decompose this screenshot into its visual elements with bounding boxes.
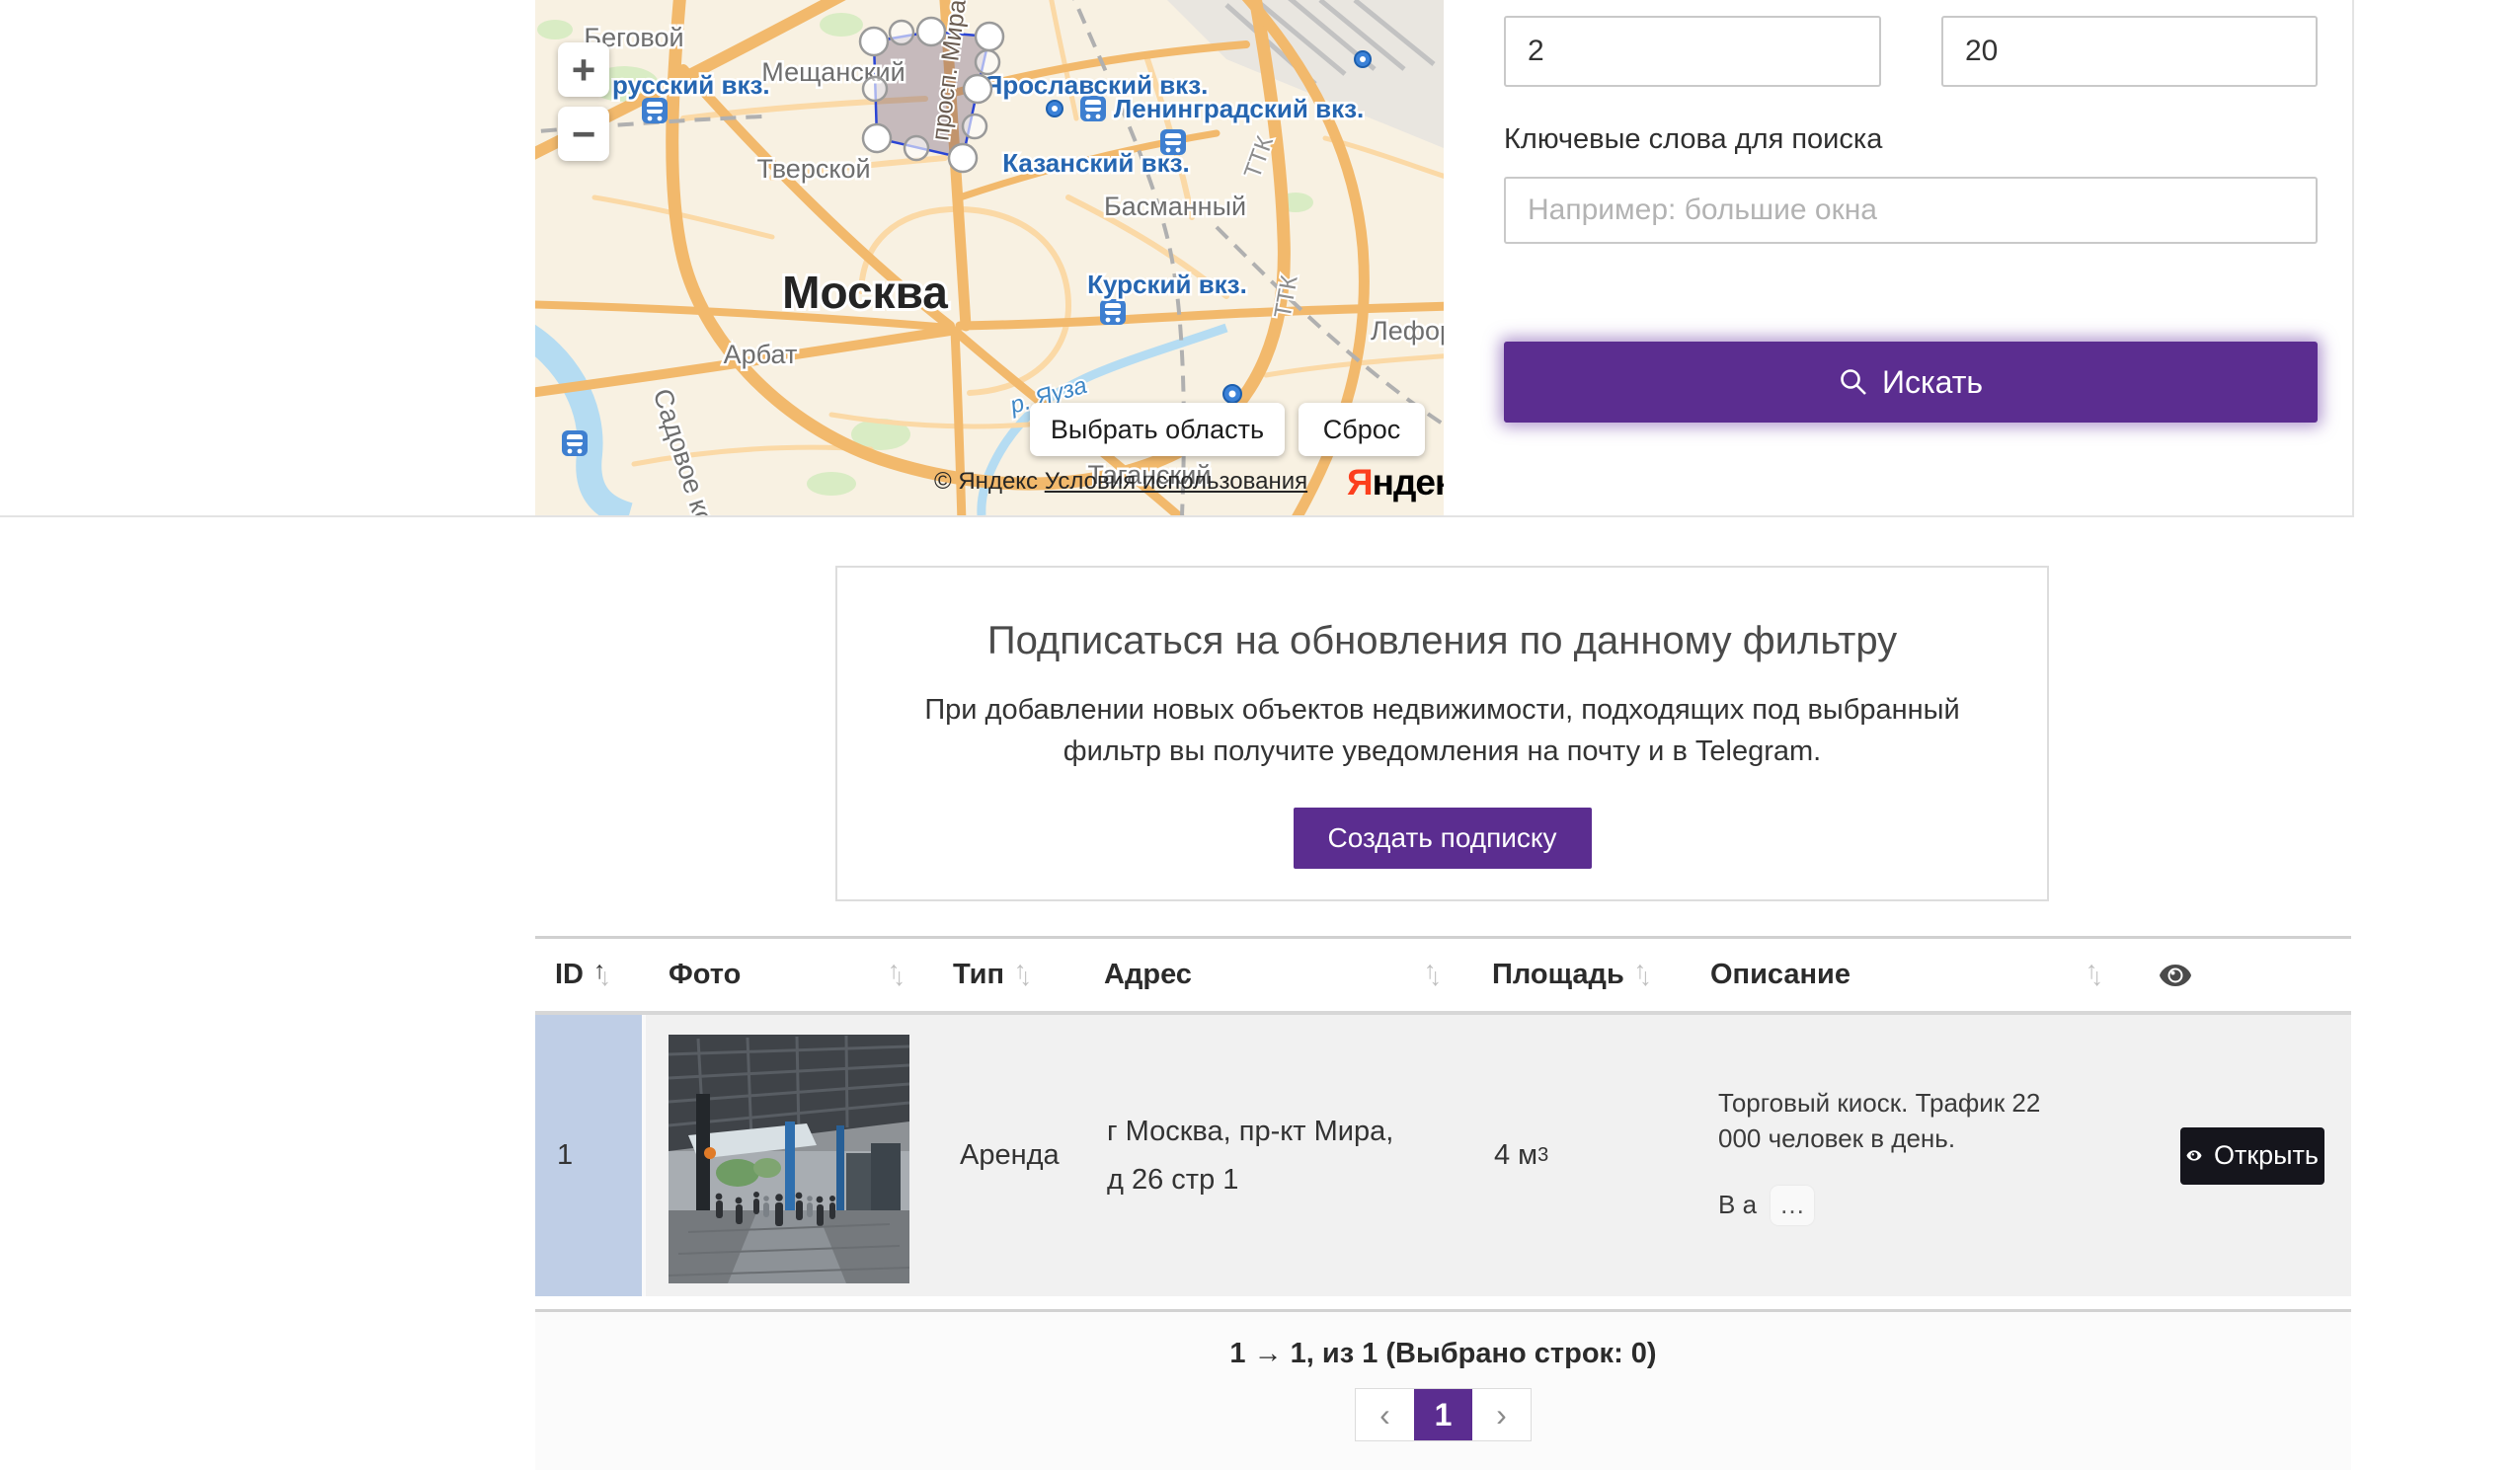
- filter-min-input[interactable]: [1504, 16, 1881, 87]
- yandex-map[interactable]: Беговой Мещанский русский вкз. Ярославск…: [535, 0, 1444, 515]
- sort-icon[interactable]: ↑↓: [888, 963, 899, 987]
- keywords-label: Ключевые слова для поиска: [1504, 123, 1882, 156]
- map-label: русский вкз.: [612, 70, 770, 100]
- filter-max-input[interactable]: [1941, 16, 2318, 87]
- minus-icon: −: [572, 111, 596, 158]
- eye-icon: [2186, 1145, 2202, 1166]
- create-subscription-button[interactable]: Создать подписку: [1294, 808, 1592, 869]
- map-label: Лефор: [1371, 316, 1444, 346]
- copyright-text: © Яндекс: [934, 468, 1038, 495]
- polygon-midpoint-handle[interactable]: [863, 77, 887, 101]
- listing-photo: [669, 1035, 909, 1283]
- row-id-cell[interactable]: 1: [535, 1015, 646, 1296]
- search-button[interactable]: Искать: [1504, 342, 2318, 423]
- yandex-logo: Яндекс: [1347, 462, 1444, 503]
- map-zoom-out-button[interactable]: −: [558, 107, 609, 161]
- pagination-prev-button[interactable]: ‹: [1356, 1389, 1414, 1440]
- subscription-title: Подписаться на обновления по данному фил…: [877, 619, 2008, 663]
- table-row[interactable]: 1: [535, 1015, 2351, 1296]
- polygon-vertex-handle[interactable]: [917, 18, 945, 45]
- table-header: ID ↑↓ Фото ↑↓ Тип ↑↓ Адрес ↑↓ Площадь ↑↓…: [535, 936, 2351, 1015]
- polygon-vertex-handle[interactable]: [863, 124, 891, 152]
- map-label-city: Москва: [782, 267, 948, 318]
- column-header-photo[interactable]: Фото ↑↓: [646, 959, 936, 991]
- subscription-description: При добавлении новых объектов недвижимос…: [919, 689, 1966, 772]
- column-header-id[interactable]: ID ↑↓: [535, 959, 646, 991]
- description-text: Торговый киоск. Трафик 22 000 человек в …: [1718, 1086, 2087, 1155]
- map-label: Арбат: [724, 340, 798, 369]
- map-zoom-in-button[interactable]: +: [558, 42, 609, 97]
- description-truncated: В а: [1718, 1188, 1757, 1222]
- polygon-midpoint-handle[interactable]: [890, 21, 913, 44]
- terms-of-use-link[interactable]: Условия использования: [1045, 468, 1307, 495]
- column-header-address[interactable]: Адрес ↑↓: [1084, 959, 1469, 991]
- pagination-summary: 1 → 1, из 1 (Выбрано строк: 0): [535, 1312, 2351, 1370]
- reset-area-button[interactable]: Сброс: [1299, 403, 1425, 456]
- polygon-midpoint-handle[interactable]: [976, 50, 999, 74]
- column-header-type[interactable]: Тип ↑↓: [936, 959, 1084, 991]
- map-label: Тверской: [756, 154, 870, 184]
- sort-icon[interactable]: ↑↓: [2086, 963, 2096, 987]
- row-description-cell: Торговый киоск. Трафик 22 000 человек в …: [1692, 1015, 2131, 1296]
- column-header-description[interactable]: Описание ↑↓: [1692, 959, 2131, 991]
- sort-icon[interactable]: ↑↓: [1634, 963, 1645, 987]
- subscription-panel: Подписаться на обновления по данному фил…: [835, 566, 2049, 901]
- plus-icon: +: [572, 46, 596, 94]
- open-listing-button[interactable]: Открыть: [2180, 1127, 2324, 1185]
- map-label: Басманный: [1104, 192, 1246, 221]
- polygon-vertex-handle[interactable]: [949, 144, 977, 172]
- map-label: Курский вкз.: [1087, 270, 1247, 299]
- sort-icon[interactable]: ↑↓: [1424, 963, 1435, 987]
- results-table: ID ↑↓ Фото ↑↓ Тип ↑↓ Адрес ↑↓ Площадь ↑↓…: [535, 936, 2351, 1470]
- keywords-input[interactable]: [1504, 177, 2318, 244]
- polygon-midpoint-handle[interactable]: [963, 115, 986, 138]
- polygon-vertex-handle[interactable]: [976, 23, 1003, 50]
- expand-description-button[interactable]: …: [1771, 1186, 1814, 1225]
- row-address-cell: г Москва, пр-кт Мира, д 26 стр 1: [1084, 1015, 1469, 1296]
- pagination-next-button[interactable]: ›: [1472, 1389, 1531, 1440]
- polygon-vertex-handle[interactable]: [964, 75, 991, 103]
- search-icon: [1839, 367, 1868, 397]
- sort-icon[interactable]: ↑↓: [1014, 963, 1025, 987]
- select-area-button[interactable]: Выбрать область: [1030, 403, 1285, 456]
- row-type-cell: Аренда: [936, 1015, 1084, 1296]
- column-header-area[interactable]: Площадь ↑↓: [1469, 959, 1692, 991]
- eye-icon: [2159, 964, 2192, 987]
- row-actions-cell: Открыть: [2131, 1015, 2351, 1296]
- sort-icon[interactable]: ↑↓: [593, 963, 604, 987]
- column-header-visibility[interactable]: [2131, 964, 2351, 987]
- pagination: ‹ 1 ›: [1355, 1388, 1532, 1441]
- row-area-cell: 4 м3: [1469, 1015, 1692, 1296]
- pagination-page-1[interactable]: 1: [1414, 1389, 1472, 1440]
- map-label: Казанский вкз.: [1002, 148, 1190, 178]
- table-footer: 1 → 1, из 1 (Выбрано строк: 0) ‹ 1 ›: [535, 1309, 2351, 1470]
- map-attribution: © Яндекс Условия использования: [934, 468, 1307, 496]
- polygon-vertex-handle[interactable]: [860, 28, 888, 55]
- row-photo-cell[interactable]: [646, 1015, 936, 1296]
- polygon-midpoint-handle[interactable]: [905, 136, 928, 160]
- map-label: Ленинградский вкз.: [1114, 94, 1364, 123]
